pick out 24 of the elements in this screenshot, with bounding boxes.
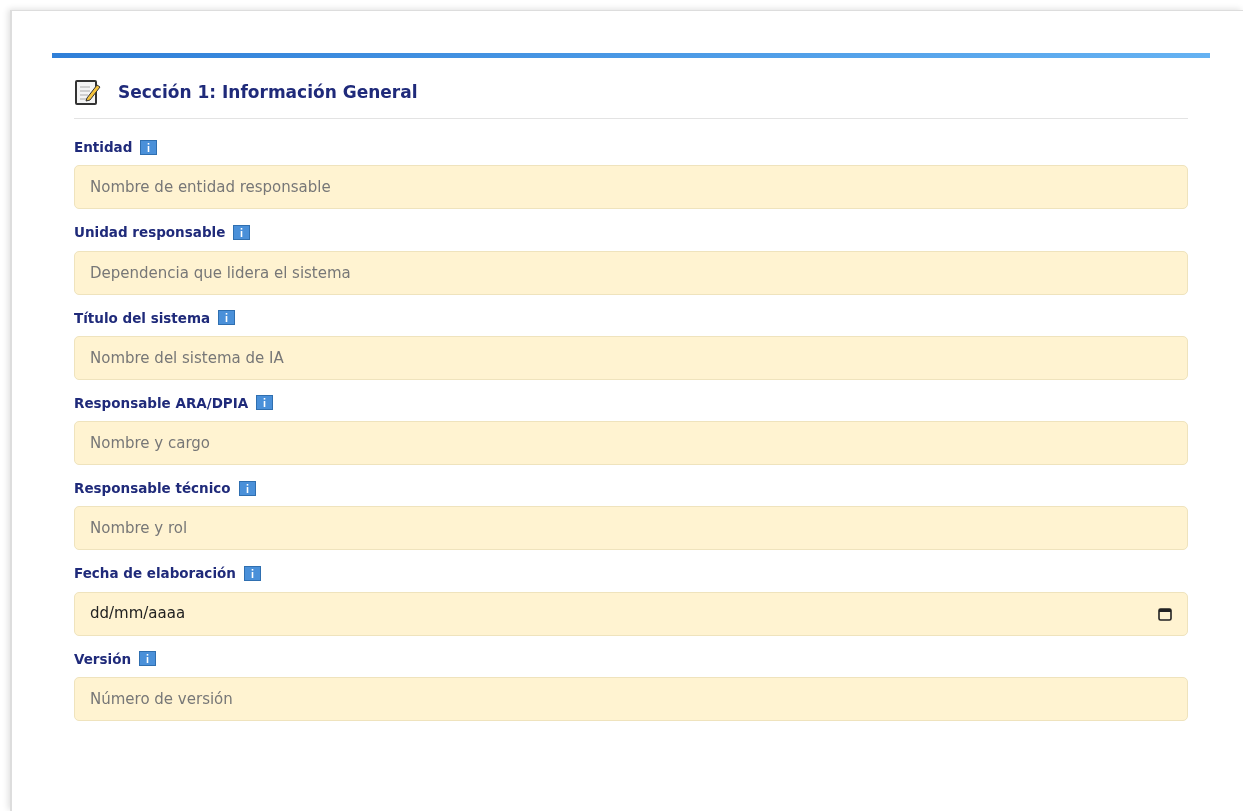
info-icon[interactable] bbox=[218, 310, 236, 326]
field-label: Versión bbox=[74, 649, 132, 669]
input-field[interactable]: Nombre y rol bbox=[74, 506, 1188, 551]
date-field[interactable]: dd/mm/aaaa bbox=[74, 591, 1188, 636]
field-label: Fecha de elaboración bbox=[74, 564, 236, 584]
info-icon[interactable] bbox=[139, 651, 157, 667]
field-label: Unidad responsable bbox=[74, 223, 226, 243]
info-icon[interactable] bbox=[238, 480, 256, 496]
field-label: Entidad bbox=[74, 138, 133, 157]
input-field[interactable]: Nombre y cargo bbox=[74, 421, 1188, 465]
input-field[interactable]: Dependencia que lidera el sistema bbox=[74, 250, 1188, 295]
input-field[interactable]: Nombre del sistema de IA bbox=[74, 335, 1188, 380]
section-title: Sección 1: Información General bbox=[118, 81, 418, 103]
notepad-pencil-icon bbox=[74, 78, 102, 106]
info-icon[interactable] bbox=[140, 139, 158, 155]
field-label: Título del sistema bbox=[74, 308, 211, 328]
field-label: Responsable ARA/DPIA bbox=[74, 393, 249, 413]
field-label: Responsable técnico bbox=[74, 479, 231, 498]
calendar-icon[interactable] bbox=[1158, 606, 1172, 621]
input-field[interactable]: Nombre de entidad responsable bbox=[74, 165, 1188, 210]
info-icon[interactable] bbox=[243, 565, 261, 581]
info-icon[interactable] bbox=[256, 395, 274, 411]
info-icon[interactable] bbox=[233, 224, 251, 240]
input-field[interactable]: Número de versión bbox=[74, 676, 1188, 721]
